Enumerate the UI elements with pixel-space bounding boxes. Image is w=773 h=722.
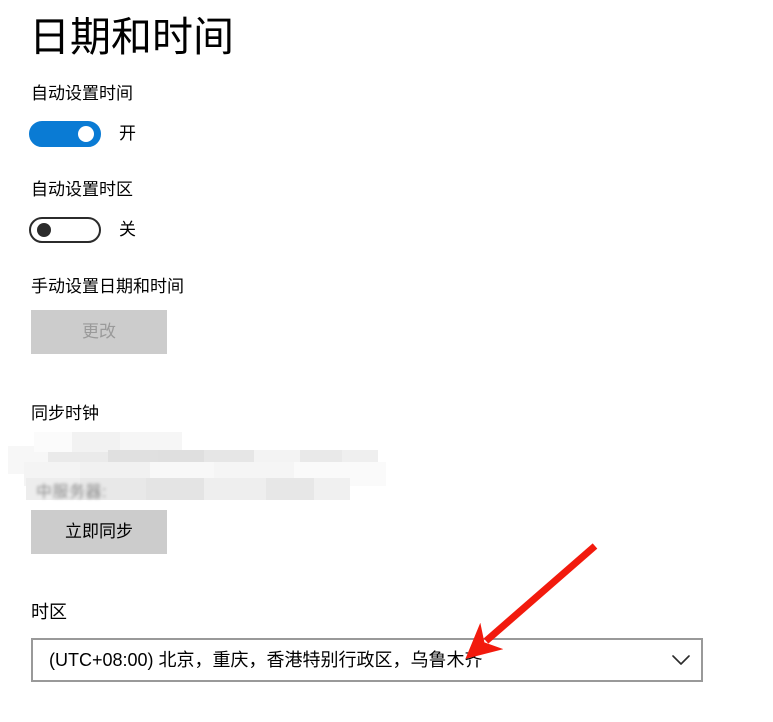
chevron-down-icon[interactable] (661, 654, 701, 666)
manual-datetime-label: 手动设置日期和时间 (31, 277, 184, 296)
timezone-dropdown[interactable]: (UTC+08:00) 北京，重庆，香港特别行政区，乌鲁木齐 (31, 638, 703, 682)
auto-time-toggle[interactable] (29, 121, 101, 147)
auto-time-toggle-row: 开 (29, 121, 136, 147)
change-datetime-button[interactable]: 更改 (31, 310, 167, 354)
annotation-arrow (465, 543, 598, 659)
redacted-server-text: 中服务器: (36, 484, 107, 501)
auto-timezone-label: 自动设置时区 (31, 180, 133, 199)
timezone-selected-value: (UTC+08:00) 北京，重庆，香港特别行政区，乌鲁木齐 (49, 650, 483, 670)
auto-timezone-toggle-state: 关 (119, 220, 136, 239)
timezone-label: 时区 (31, 602, 67, 622)
sync-now-button[interactable]: 立即同步 (31, 510, 167, 554)
auto-time-toggle-state: 开 (119, 124, 136, 143)
toggle-knob (78, 126, 94, 142)
auto-timezone-toggle[interactable] (29, 217, 101, 243)
date-and-time-settings-page: 日期和时间 自动设置时间 开 自动设置时区 关 手动设置日期和时间 更改 同步时… (0, 0, 773, 722)
page-title: 日期和时间 (29, 14, 234, 60)
toggle-knob (37, 223, 51, 237)
auto-time-label: 自动设置时间 (31, 84, 133, 103)
sync-clock-label: 同步时钟 (31, 404, 99, 423)
auto-timezone-toggle-row: 关 (29, 217, 136, 243)
